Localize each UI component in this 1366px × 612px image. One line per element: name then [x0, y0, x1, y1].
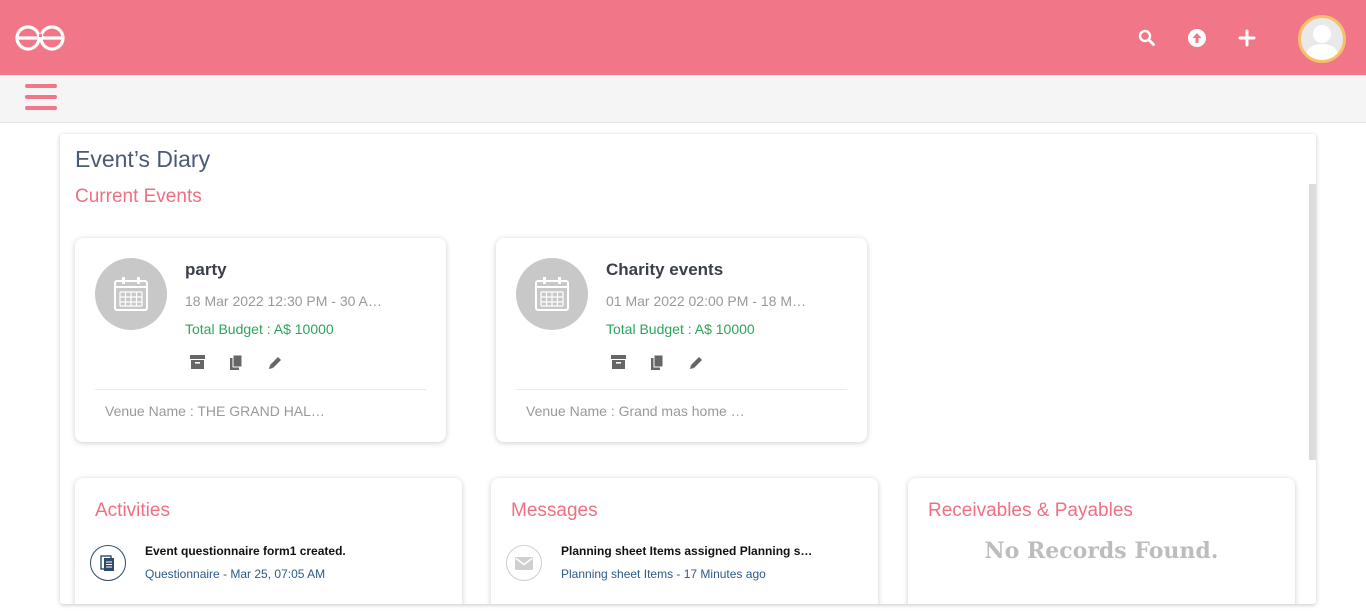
activities-title: Activities — [95, 500, 170, 521]
event-dates: 01 Mar 2022 02:00 PM - 18 M… — [606, 293, 806, 309]
receivables-payables-card: Receivables & Payables No Records Found. — [908, 478, 1295, 604]
copy-icon[interactable] — [228, 354, 244, 370]
message-meta[interactable]: Planning sheet Items - 17 Minutes ago — [561, 567, 766, 581]
event-budget: Total Budget : A$ 10000 — [606, 321, 755, 337]
search-icon[interactable] — [1134, 25, 1160, 51]
archive-icon[interactable] — [189, 354, 205, 370]
events-diary-panel: Event’s Diary Current Events party 18 Ma… — [60, 134, 1316, 604]
calendar-icon — [516, 258, 588, 330]
event-card[interactable]: party 18 Mar 2022 12:30 PM - 30 A… Total… — [75, 238, 446, 442]
receivables-title: Receivables & Payables — [928, 500, 1133, 521]
event-name[interactable]: Charity events — [606, 260, 723, 280]
envelope-icon — [506, 545, 542, 581]
message-item[interactable]: Planning sheet Items assigned Planning s… — [561, 544, 831, 558]
plus-icon[interactable] — [1234, 25, 1260, 51]
avatar[interactable] — [1298, 15, 1346, 63]
activity-status: created. — [299, 544, 346, 558]
upload-icon[interactable] — [1184, 25, 1210, 51]
top-bar — [0, 0, 1366, 75]
divider — [516, 389, 847, 390]
secondary-bar — [0, 75, 1366, 123]
copy-icon[interactable] — [649, 354, 665, 370]
calendar-icon — [95, 258, 167, 330]
edit-icon[interactable] — [267, 354, 283, 370]
messages-card: Messages Planning sheet Items assigned P… — [491, 478, 878, 604]
logo-icon[interactable] — [14, 24, 66, 52]
empty-state: No Records Found. — [984, 538, 1219, 564]
divider — [95, 389, 426, 390]
event-dates: 18 Mar 2022 12:30 PM - 30 A… — [185, 293, 382, 309]
scrollbar[interactable] — [1309, 184, 1316, 460]
document-icon — [90, 545, 126, 581]
activity-item[interactable]: Event questionnaire form1 created. — [145, 544, 415, 558]
messages-title: Messages — [511, 500, 598, 521]
event-name[interactable]: party — [185, 260, 227, 280]
event-venue: Venue Name : THE GRAND HAL… — [105, 403, 325, 419]
event-card[interactable]: Charity events 01 Mar 2022 02:00 PM - 18… — [496, 238, 867, 442]
event-venue: Venue Name : Grand mas home … — [526, 403, 745, 419]
archive-icon[interactable] — [610, 354, 626, 370]
activity-text: Event questionnaire form1 — [145, 544, 300, 558]
activities-card: Activities Event questionnaire form1 cre… — [75, 478, 462, 604]
current-events-heading: Current Events — [75, 186, 202, 207]
activity-meta[interactable]: Questionnaire - Mar 25, 07:05 AM — [145, 567, 325, 581]
edit-icon[interactable] — [688, 354, 704, 370]
page-title: Event’s Diary — [75, 146, 211, 172]
event-budget: Total Budget : A$ 10000 — [185, 321, 334, 337]
menu-icon[interactable] — [25, 84, 57, 112]
